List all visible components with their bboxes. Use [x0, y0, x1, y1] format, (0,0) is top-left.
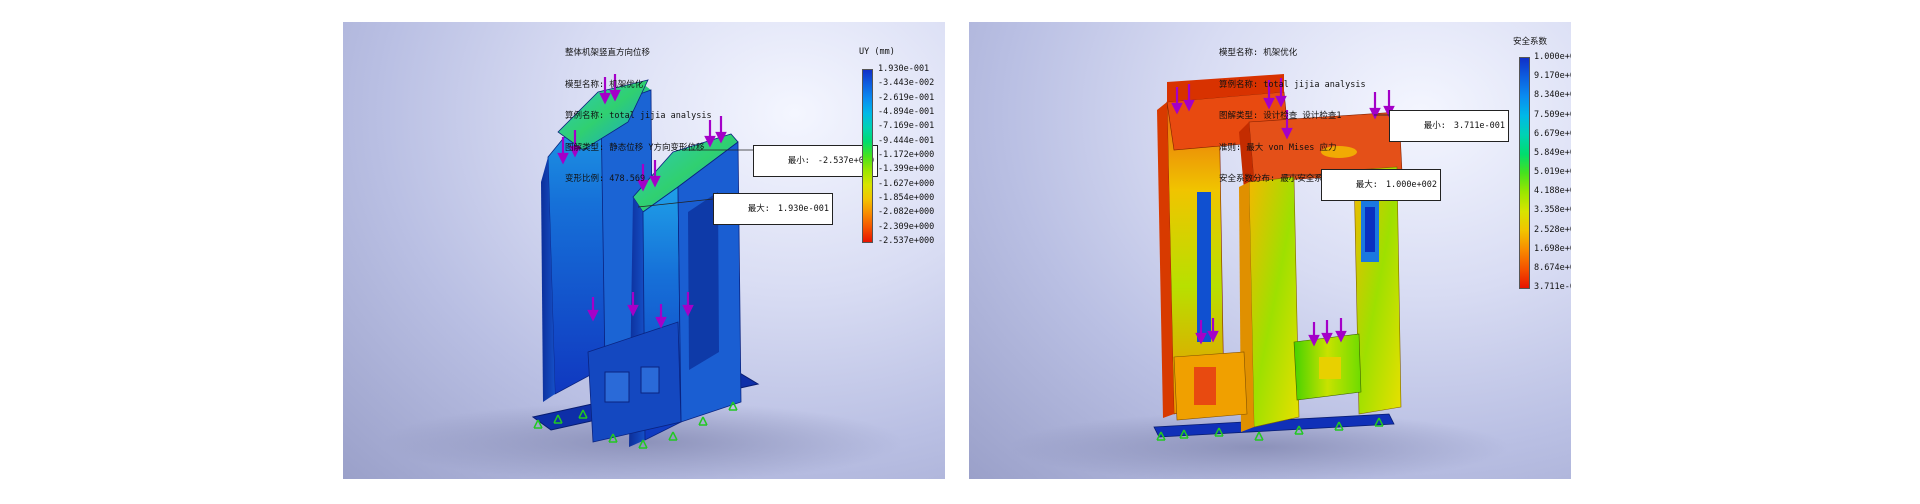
- legend-tick-label: 1.000e+002: [1534, 52, 1571, 62]
- header-line: 模型名称: 机架优化: [1219, 48, 1298, 58]
- legend-tick-label: 5.019e+001: [1534, 167, 1571, 177]
- legend-tick-label: 6.679e+001: [1534, 128, 1571, 139]
- header-line: 算例名称: total jijia analysis: [565, 111, 712, 121]
- callout-label: 最小:: [787, 156, 810, 166]
- callout-value: 3.711e-001: [1453, 121, 1506, 131]
- legend-tick-label: -4.894e-001: [878, 107, 935, 117]
- legend-tick-label: -3.443e-002: [878, 78, 935, 89]
- legend-tick-label: -2.619e-001: [878, 92, 935, 103]
- legend-tick-label: 5.849e+001: [1534, 147, 1571, 158]
- page: 整体机架竖直方向位移 模型名称: 机架优化 算例名称: total jijia …: [0, 0, 1920, 504]
- legend-tick-label: -2.309e+000: [878, 221, 935, 232]
- callout-label: 最小:: [1423, 121, 1446, 131]
- legend-tick-label: -9.444e-001: [878, 135, 935, 146]
- legend-tick-label: -2.082e+000: [878, 207, 935, 218]
- legend-tick-label: 1.698e+001: [1534, 243, 1571, 254]
- legend-tick-label: 7.509e+001: [1534, 109, 1571, 120]
- color-legend-bar: [1519, 57, 1530, 289]
- legend-tick-label: 9.170e+001: [1534, 71, 1571, 82]
- header-line: 模型名称: 机架优化: [565, 79, 644, 90]
- min-value-callout: 最小: 3.711e-001: [1389, 110, 1510, 142]
- legend-tick-label: -1.172e+000: [878, 150, 935, 160]
- legend-tick-label: -2.537e+000: [878, 236, 935, 246]
- min-value-callout: 最小: -2.537e+000: [753, 145, 879, 177]
- callout-label: 最大:: [1355, 180, 1378, 190]
- legend-tick-label: 8.674e+000: [1534, 262, 1571, 273]
- callout-value: 1.000e+002: [1385, 180, 1438, 190]
- callout-value: 1.930e-001: [777, 204, 830, 214]
- legend-tick-label: -1.627e+000: [878, 178, 935, 189]
- header-line: 整体机架竖直方向位移: [565, 48, 651, 58]
- legend-tick-label: 4.188e+001: [1534, 186, 1571, 197]
- legend-tick-label: 3.711e-001: [1534, 282, 1571, 292]
- legend-tick-label: 8.340e+001: [1534, 90, 1571, 101]
- legend-tick-label: -7.169e-001: [878, 121, 935, 132]
- legend-title: 安全系数: [1513, 37, 1548, 47]
- max-value-callout: 最大: 1.930e-001: [713, 193, 834, 225]
- header-line: 图解类型: 设计检查 设计检查1: [1219, 111, 1342, 121]
- header-line: 图解类型: 静态位移 Y方向变形位移: [565, 142, 705, 153]
- result-header: 整体机架竖直方向位移 模型名称: 机架优化 算例名称: total jijia …: [565, 27, 712, 206]
- legend-title: UY (mm): [859, 47, 895, 57]
- legend-tick-label: -1.399e+000: [878, 164, 935, 175]
- max-value-callout: 最大: 1.000e+002: [1321, 169, 1442, 201]
- callout-label: 最大:: [747, 204, 770, 214]
- displacement-result-viewport[interactable]: 整体机架竖直方向位移 模型名称: 机架优化 算例名称: total jijia …: [343, 22, 945, 479]
- color-legend-bar: [862, 69, 873, 243]
- legend-tick-label: 2.528e+001: [1534, 224, 1571, 235]
- legend-tick-label: 3.358e+001: [1534, 205, 1571, 216]
- safety-factor-result-viewport[interactable]: 模型名称: 机架优化 算例名称: total jijia analysis 图解…: [969, 22, 1571, 479]
- legend-tick-label: 1.930e-001: [878, 64, 930, 74]
- header-line: 准则: 最大 von Mises 应力: [1219, 142, 1337, 153]
- header-line: 算例名称: total jijia analysis: [1219, 79, 1366, 90]
- legend-tick-label: -1.854e+000: [878, 193, 935, 203]
- header-line: 变形比例: 478.569: [565, 174, 646, 184]
